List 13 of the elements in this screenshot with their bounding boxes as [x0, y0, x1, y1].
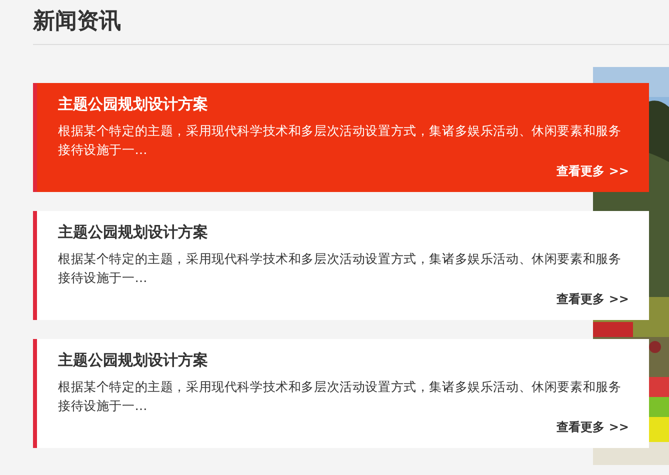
- news-title: 主题公园规划设计方案: [58, 222, 209, 243]
- news-summary: 根据某个特定的主题，采用现代科学技术和多层次活动设置方式，集诸多娱乐活动、休闲要素和服务接待设施于一…: [58, 378, 622, 415]
- news-summary: 根据某个特定的主题，采用现代科学技术和多层次活动设置方式，集诸多娱乐活动、休闲要素和服务接待设施于一…: [58, 250, 622, 287]
- section-heading: 新闻资讯: [33, 8, 122, 36]
- news-card[interactable]: 主题公园规划设计方案 根据某个特定的主题，采用现代科学技术和多层次活动设置方式，集诸多娱乐活动、休闲要素和服务接待设施于一… 查看更多 >>: [33, 211, 649, 320]
- news-card[interactable]: 主题公园规划设计方案 根据某个特定的主题，采用现代科学技术和多层次活动设置方式，集诸多娱乐活动、休闲要素和服务接待设施于一… 查看更多 >>: [33, 339, 649, 448]
- more-link[interactable]: 查看更多 >>: [556, 291, 629, 307]
- more-link[interactable]: 查看更多 >>: [556, 419, 629, 435]
- news-summary: 根据某个特定的主题，采用现代科学技术和多层次活动设置方式，集诸多娱乐活动、休闲要素和服务接待设施于一…: [58, 122, 622, 159]
- news-card[interactable]: 主题公园规划设计方案 根据某个特定的主题，采用现代科学技术和多层次活动设置方式，集诸多娱乐活动、休闲要素和服务接待设施于一… 查看更多 >>: [33, 83, 649, 192]
- news-title: 主题公园规划设计方案: [58, 350, 209, 371]
- more-link[interactable]: 查看更多 >>: [556, 163, 629, 179]
- news-title: 主题公园规划设计方案: [58, 94, 209, 115]
